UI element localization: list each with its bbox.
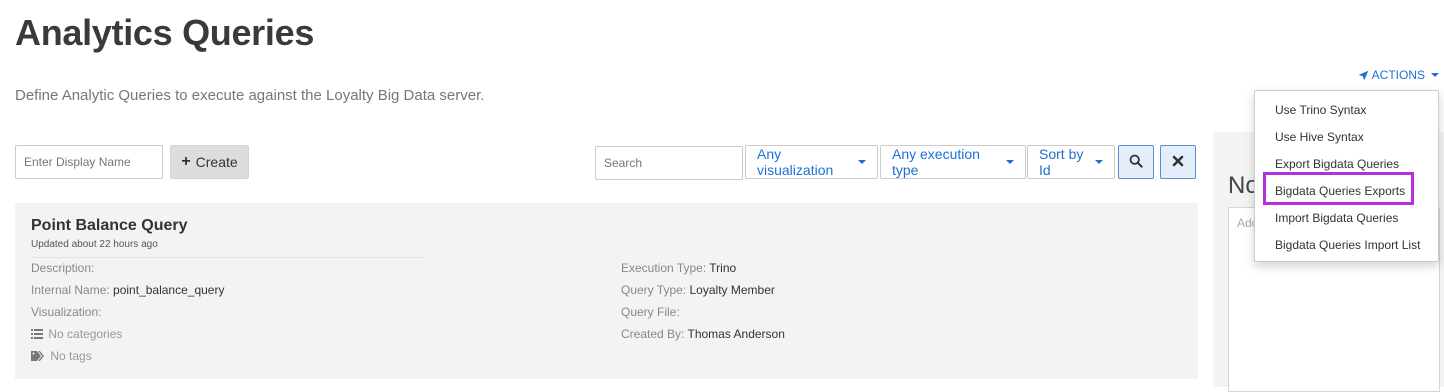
- visualization-filter-label: Any visualization: [757, 146, 834, 178]
- menu-item-bigdata-queries-import-list[interactable]: Bigdata Queries Import List: [1255, 231, 1438, 258]
- created-by-value: Thomas Anderson: [687, 327, 785, 341]
- menu-item-use-hive-syntax[interactable]: Use Hive Syntax: [1255, 123, 1438, 150]
- execution-type-filter-label: Any execution type: [892, 146, 980, 178]
- query-tags: No tags: [31, 349, 92, 363]
- close-icon: [1172, 154, 1184, 170]
- menu-item-use-trino-syntax[interactable]: Use Trino Syntax: [1255, 96, 1438, 123]
- menu-item-import-bigdata-queries[interactable]: Import Bigdata Queries: [1255, 204, 1438, 231]
- page-title: Analytics Queries: [15, 12, 315, 53]
- clear-filters-button[interactable]: [1160, 145, 1196, 179]
- actions-dropdown-toggle[interactable]: ACTIONS: [1358, 67, 1439, 83]
- rocket-icon: [1358, 70, 1369, 81]
- categories-value: No categories: [48, 327, 123, 341]
- query-file: Query File:: [621, 305, 680, 319]
- menu-item-export-bigdata-queries[interactable]: Export Bigdata Queries: [1255, 150, 1438, 177]
- divider: [31, 257, 425, 258]
- page-description: Define Analytic Queries to execute again…: [15, 87, 485, 104]
- tags-icon: [31, 349, 50, 363]
- internal-name-value: point_balance_query: [113, 283, 225, 297]
- created-by-label: Created By:: [621, 327, 685, 341]
- query-type-label: Query Type:: [621, 283, 687, 297]
- actions-label: ACTIONS: [1371, 68, 1425, 82]
- plus-icon: +: [181, 153, 191, 170]
- query-type: Query Type: Loyalty Member: [621, 283, 775, 297]
- visualization-filter[interactable]: Any visualization: [745, 145, 878, 179]
- chevron-down-icon: [1006, 160, 1014, 164]
- tags-value: No tags: [50, 349, 92, 363]
- description-label: Description:: [31, 261, 95, 275]
- execution-type-value: Trino: [709, 261, 737, 275]
- query-title[interactable]: Point Balance Query: [31, 217, 188, 235]
- query-updated-timestamp: Updated about 22 hours ago: [31, 239, 158, 250]
- search-input[interactable]: [595, 146, 743, 180]
- query-execution-type: Execution Type: Trino: [621, 261, 736, 275]
- search-button[interactable]: [1118, 145, 1154, 179]
- list-icon: [31, 327, 48, 341]
- menu-item-bigdata-queries-exports[interactable]: Bigdata Queries Exports: [1255, 177, 1438, 204]
- query-description: Description:: [31, 261, 94, 275]
- create-button-label: Create: [195, 154, 238, 170]
- create-button[interactable]: + Create: [170, 145, 249, 179]
- internal-name-label: Internal Name:: [31, 283, 110, 297]
- query-internal-name: Internal Name: point_balance_query: [31, 283, 224, 297]
- search-icon: [1129, 154, 1143, 171]
- chevron-down-icon: [1431, 73, 1439, 77]
- chevron-down-icon: [858, 160, 866, 164]
- chevron-down-icon: [1095, 160, 1103, 164]
- query-visualization: Visualization:: [31, 305, 102, 319]
- execution-type-filter[interactable]: Any execution type: [880, 145, 1026, 179]
- query-card: Point Balance Query Updated about 22 hou…: [15, 203, 1198, 379]
- query-categories: No categories: [31, 327, 122, 341]
- query-type-value: Loyalty Member: [689, 283, 775, 297]
- sort-dropdown-label: Sort by Id: [1039, 146, 1084, 178]
- visualization-label: Visualization:: [31, 305, 102, 319]
- actions-dropdown-menu: Use Trino Syntax Use Hive Syntax Export …: [1254, 90, 1439, 262]
- query-created-by: Created By: Thomas Anderson: [621, 327, 785, 341]
- sort-dropdown[interactable]: Sort by Id: [1027, 145, 1115, 179]
- display-name-input[interactable]: [15, 145, 163, 179]
- query-file-label: Query File:: [621, 305, 680, 319]
- execution-type-label: Execution Type:: [621, 261, 707, 275]
